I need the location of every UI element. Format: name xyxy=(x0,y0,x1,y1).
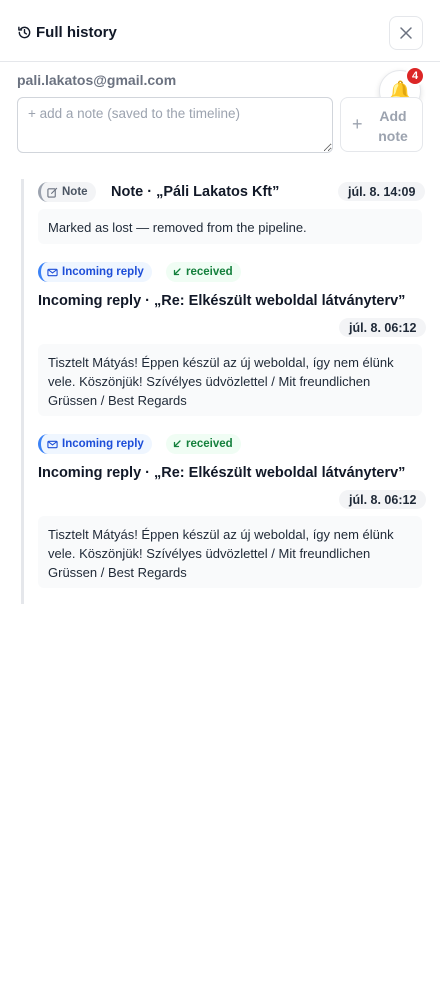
status-label: received xyxy=(186,266,233,278)
status-badge: received xyxy=(166,434,241,454)
mail-icon xyxy=(47,268,58,276)
edit-icon xyxy=(47,187,58,198)
entry-type-label: Incoming reply xyxy=(62,438,144,450)
entry-title: Incoming reply · „Re: Elkészült weboldal… xyxy=(38,293,406,309)
entry-type-pill: Incoming reply xyxy=(38,262,152,282)
entry-title: Incoming reply · „Re: Elkészült weboldal… xyxy=(38,465,406,481)
entry-type-pill: Note xyxy=(38,182,96,202)
panel-title: Full history xyxy=(36,24,117,41)
entry-timestamp: júl. 8. 14:09 xyxy=(338,182,426,201)
arrow-down-left-icon xyxy=(173,440,181,448)
close-button[interactable] xyxy=(389,16,423,50)
plus-icon: + xyxy=(352,114,363,134)
arrow-down-left-icon xyxy=(173,268,181,276)
entry-title: Note · „Páli Lakatos Kft” xyxy=(111,184,280,200)
entry-body: Tisztelt Mátyás! Éppen készül az új webo… xyxy=(38,344,422,416)
add-note-button[interactable]: + Add note xyxy=(340,97,423,152)
history-icon xyxy=(18,26,31,39)
entry-timestamp: júl. 8. 06:12 xyxy=(339,490,427,509)
entry-body: Marked as lost — removed from the pipeli… xyxy=(38,209,422,244)
entry-timestamp: júl. 8. 06:12 xyxy=(339,318,427,337)
status-badge: received xyxy=(166,262,241,282)
mail-icon xyxy=(47,440,58,448)
note-input[interactable] xyxy=(17,97,333,153)
entry-body: Tisztelt Mátyás! Éppen készül az új webo… xyxy=(38,516,422,588)
notification-count-badge: 4 xyxy=(405,66,425,86)
status-label: received xyxy=(186,438,233,450)
add-note-label: Add note xyxy=(378,108,408,144)
entry-type-label: Note xyxy=(62,186,88,198)
entry-type-label: Incoming reply xyxy=(62,266,144,278)
close-icon xyxy=(400,27,412,39)
contact-email: pali.lakatos@gmail.com xyxy=(17,72,177,88)
timeline-rail xyxy=(21,179,24,604)
panel-header: Full history xyxy=(0,0,440,62)
entry-type-pill: Incoming reply xyxy=(38,434,152,454)
